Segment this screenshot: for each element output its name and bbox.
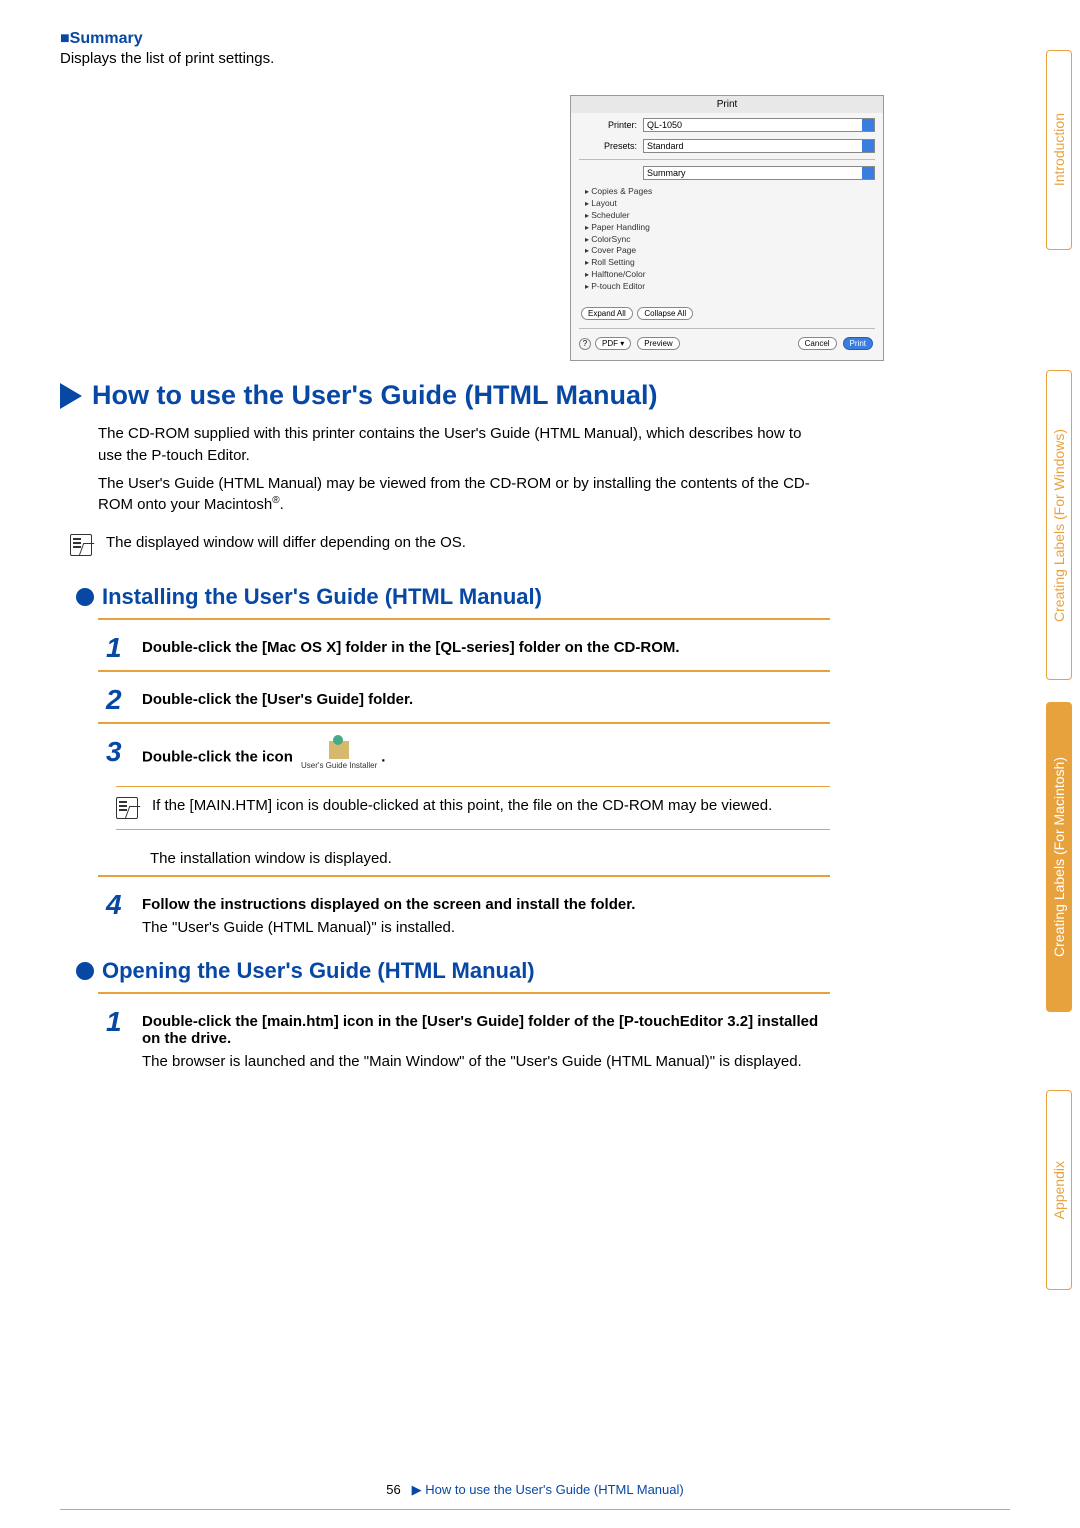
presets-label: Presets: — [579, 141, 637, 151]
list-item[interactable]: Layout — [585, 198, 873, 210]
tab-appendix[interactable]: Appendix — [1046, 1090, 1072, 1290]
list-item[interactable]: Roll Setting — [585, 257, 873, 269]
list-item[interactable]: Paper Handling — [585, 222, 873, 234]
step-text: Follow the instructions displayed on the… — [142, 896, 635, 913]
bullet-icon — [76, 588, 94, 606]
step-number: 4 — [106, 891, 128, 919]
step-text: Double-click the icon — [142, 748, 293, 765]
note-text: If the [MAIN.HTM] icon is double-clicked… — [152, 797, 772, 814]
cancel-button[interactable]: Cancel — [798, 337, 837, 350]
body-text: The CD-ROM supplied with this printer co… — [98, 423, 825, 467]
bullet-icon — [76, 962, 94, 980]
subsection-heading: Installing the User's Guide (HTML Manual… — [76, 584, 830, 610]
list-item[interactable]: Cover Page — [585, 245, 873, 257]
summary-select[interactable]: Summary — [643, 166, 875, 180]
presets-select[interactable]: Standard — [643, 139, 875, 153]
tab-windows[interactable]: Creating Labels (For Windows) — [1046, 370, 1072, 680]
note-text: The displayed window will differ dependi… — [106, 534, 466, 551]
tab-macintosh[interactable]: Creating Labels (For Macintosh) — [1046, 702, 1072, 1012]
tab-introduction[interactable]: Introduction — [1046, 50, 1072, 250]
section-title-text: How to use the User's Guide (HTML Manual… — [92, 380, 657, 411]
step-text: Double-click the [Mac OS X] folder in th… — [142, 639, 680, 656]
subsection-title: Installing the User's Guide (HTML Manual… — [102, 584, 542, 610]
summary-list: Copies & Pages Layout Scheduler Paper Ha… — [571, 182, 883, 303]
installer-icon: User's Guide Installer — [301, 741, 377, 770]
list-item[interactable]: Scheduler — [585, 210, 873, 222]
page-footer: 56 ▶ How to use the User's Guide (HTML M… — [60, 1482, 1010, 1498]
body-text: The installation window is displayed. — [150, 850, 830, 867]
step-text: Double-click the [main.htm] icon in the … — [142, 1013, 818, 1047]
step-number: 1 — [106, 1008, 128, 1036]
list-item[interactable]: ColorSync — [585, 234, 873, 246]
triangle-icon — [60, 383, 82, 409]
step-number: 1 — [106, 634, 128, 662]
summary-label: ■Summary — [60, 30, 830, 48]
print-dialog: Print Printer: QL-1050 Presets: Standard… — [570, 95, 884, 361]
print-button[interactable]: Print — [843, 337, 873, 350]
dialog-title: Print — [571, 96, 883, 113]
list-item[interactable]: Halftone/Color — [585, 269, 873, 281]
body-text: The User's Guide (HTML Manual) may be vi… — [98, 473, 825, 517]
help-icon[interactable]: ? — [579, 338, 591, 350]
step-subtext: The "User's Guide (HTML Manual)" is inst… — [142, 919, 635, 936]
printer-label: Printer: — [579, 120, 637, 130]
note-icon — [116, 797, 138, 819]
list-item[interactable]: Copies & Pages — [585, 186, 873, 198]
divider — [98, 618, 830, 620]
preview-button[interactable]: Preview — [637, 337, 679, 350]
step-text: Double-click the [User's Guide] folder. — [142, 691, 413, 708]
step-subtext: The browser is launched and the "Main Wi… — [142, 1053, 830, 1070]
summary-desc: Displays the list of print settings. — [60, 50, 830, 67]
printer-select[interactable]: QL-1050 — [643, 118, 875, 132]
subsection-title: Opening the User's Guide (HTML Manual) — [102, 958, 535, 984]
collapse-all-button[interactable]: Collapse All — [637, 307, 693, 320]
step-number: 2 — [106, 686, 128, 714]
pdf-button[interactable]: PDF ▾ — [595, 337, 631, 350]
note-icon — [70, 534, 92, 556]
step-number: 3 — [106, 738, 128, 766]
section-heading: How to use the User's Guide (HTML Manual… — [60, 380, 830, 411]
expand-all-button[interactable]: Expand All — [581, 307, 633, 320]
list-item[interactable]: P-touch Editor — [585, 281, 873, 293]
subsection-heading: Opening the User's Guide (HTML Manual) — [76, 958, 830, 984]
